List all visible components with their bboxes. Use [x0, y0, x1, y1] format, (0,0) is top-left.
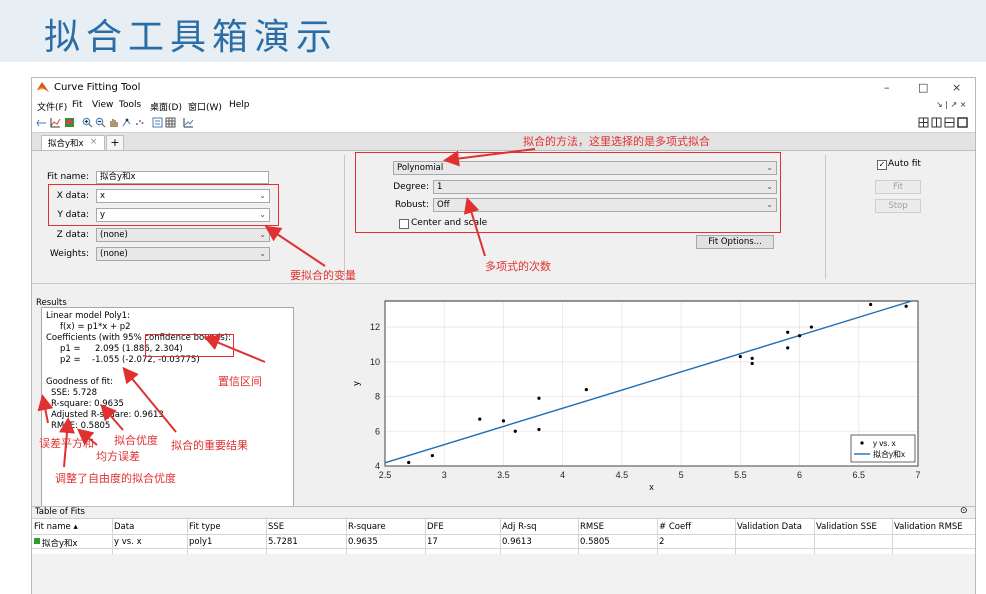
arrow-confidence — [203, 335, 266, 363]
arrow-important — [122, 366, 177, 433]
annotation-arrows — [37, 148, 536, 468]
arrow-variables — [264, 225, 326, 267]
arrow-sse — [37, 394, 54, 424]
arrow-rmse — [76, 428, 98, 446]
arrow-method — [443, 148, 536, 167]
arrow-degree — [463, 197, 486, 257]
arrow-rsquare — [100, 403, 124, 431]
arrow-adjusted — [58, 417, 75, 468]
